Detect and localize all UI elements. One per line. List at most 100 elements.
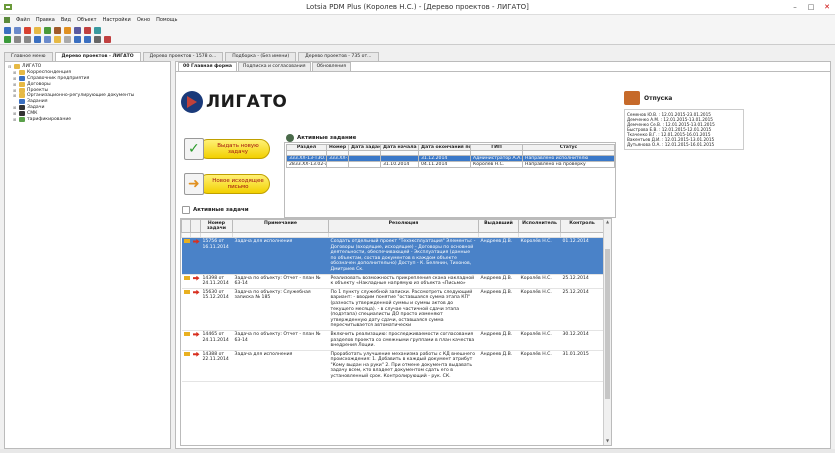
window-tabs: Главное меню Дерево проектов - ЛИГАТО Де… xyxy=(0,51,835,61)
refresh-icon[interactable] xyxy=(44,26,51,34)
node-icon xyxy=(19,116,25,122)
search-icon[interactable] xyxy=(74,36,81,43)
tab-updates[interactable]: Обновления xyxy=(311,62,352,71)
tree-expander-icon[interactable]: ⊞ xyxy=(13,82,17,87)
delete-icon[interactable] xyxy=(104,36,111,43)
export-icon[interactable] xyxy=(54,26,61,34)
report-icon[interactable] xyxy=(24,26,31,34)
task-num-cell: 15756 от 16.11.2014 xyxy=(200,237,233,275)
vacations-panel: Отпуска Семенов Ю.В. : 12.01.2015-23.01.… xyxy=(624,91,744,150)
back-icon[interactable] xyxy=(14,36,21,43)
col-issuer[interactable]: Выдавший xyxy=(478,219,519,233)
flag-icon xyxy=(183,351,190,356)
close-button[interactable]: ✕ xyxy=(823,3,831,11)
assignment-row[interactable]: 2833.ХХ-13.02-ЛГ2787 от 28.10.2014 31.10.… xyxy=(286,161,615,168)
folder-icon[interactable] xyxy=(34,26,41,34)
task-res-cell: Создать отдельный проект "Техэксплуатаци… xyxy=(328,237,479,275)
new-letter-button[interactable]: ➜ Новое исходящее письмо xyxy=(184,170,270,198)
tree-expander-icon[interactable]: ⊞ xyxy=(13,88,17,93)
flag-cell xyxy=(181,237,191,275)
assignment-cell: 2833.ХХ-13.02-ЛГ2787 от 28.10.2014 xyxy=(286,161,327,168)
col-assign-date[interactable]: Дата задания xyxy=(348,144,381,151)
tree-node[interactable]: ⊞ тарификирование xyxy=(8,116,167,122)
tree-node-label: Проекты xyxy=(27,87,49,93)
col-end-date[interactable]: Дата окончания по заданию xyxy=(418,144,471,151)
copy-icon[interactable] xyxy=(64,36,71,43)
col-task-number[interactable]: Номер задачи xyxy=(200,219,233,233)
col-flag[interactable] xyxy=(181,219,191,233)
menu-window[interactable]: Окно xyxy=(137,17,150,23)
scroll-up-icon[interactable]: ▲ xyxy=(604,219,611,226)
task-row[interactable]: 14398 от 24.11.2014 Задача по объекту: От… xyxy=(181,274,604,289)
tab-selection[interactable]: Подборка - (Без имени) xyxy=(225,52,297,61)
task-executor-cell: Королёв Н.С. xyxy=(518,350,561,382)
open-icon[interactable] xyxy=(54,36,61,43)
col-start-date[interactable]: Дата начала работ xyxy=(380,144,419,151)
task-row[interactable]: 15756 от 16.11.2014 Задача для исполнения… xyxy=(181,237,604,275)
task-row[interactable]: 14388 от 22.11.2014 Задача для исполнения… xyxy=(181,350,604,382)
direction-cell xyxy=(190,330,201,351)
tab-project-tree-1578[interactable]: Дерево проектов - 1578 о... xyxy=(142,52,224,61)
tree-expander-icon[interactable]: ⊞ xyxy=(13,111,17,116)
company-logo: ЛИГАТО xyxy=(181,91,287,113)
col-control[interactable]: Контроль xyxy=(560,219,604,233)
tree-expander-icon[interactable]: ⊞ xyxy=(13,117,17,122)
tree-expander-icon[interactable]: ⊞ xyxy=(13,70,17,75)
tab-project-tree-ligato[interactable]: Дерево проектов - ЛИГАТО xyxy=(54,52,141,61)
new-doc-icon[interactable] xyxy=(4,26,11,34)
new-task-button[interactable]: ✓ Выдать новую задачу xyxy=(184,135,270,163)
grid-icon[interactable] xyxy=(94,36,101,43)
properties-icon[interactable] xyxy=(14,26,21,34)
tree-expander-icon[interactable]: ⊞ xyxy=(13,105,17,110)
tree-expander-icon[interactable]: ⊞ xyxy=(13,76,17,81)
flag-cell xyxy=(181,274,191,289)
assignment-cell xyxy=(348,161,381,168)
col-direction[interactable] xyxy=(190,219,201,233)
menu-object[interactable]: Объект xyxy=(77,17,97,23)
tab-subscriptions[interactable]: Подписка и согласования xyxy=(237,62,311,71)
scroll-thumb[interactable] xyxy=(605,249,610,399)
task-executor-cell: Королёв Н.С. xyxy=(518,288,561,331)
task-row[interactable]: 14465 от 24.11.2014 Задача по объекту: От… xyxy=(181,330,604,351)
col-resolution[interactable]: Резолюция xyxy=(328,219,479,233)
scroll-down-icon[interactable]: ▼ xyxy=(604,438,611,445)
task-issuer-cell: Андреев Д.В. xyxy=(478,350,519,382)
menu-help[interactable]: Помощь xyxy=(156,17,177,23)
print-icon[interactable] xyxy=(84,26,91,34)
assignment-cell: Направлено на проверку xyxy=(522,161,615,168)
tasks-scrollbar[interactable]: ▲ ▼ xyxy=(603,219,611,445)
tab-main-menu[interactable]: Главное меню xyxy=(4,52,53,61)
col-executor[interactable]: Исполнитель xyxy=(518,219,561,233)
home-icon[interactable] xyxy=(4,36,11,43)
arrow-icon xyxy=(192,289,200,295)
save-icon[interactable] xyxy=(34,36,41,43)
import-icon[interactable] xyxy=(64,26,71,34)
logo-text: ЛИГАТО xyxy=(206,92,288,112)
task-issuer-cell: Андреев Д.В. xyxy=(478,330,519,351)
forward-icon[interactable] xyxy=(24,36,31,43)
menu-settings[interactable]: Настройки xyxy=(103,17,131,23)
link-icon[interactable] xyxy=(74,26,81,34)
col-number[interactable]: Номер xyxy=(326,144,349,151)
task-res-cell: Проработать улучшение механизма работы с… xyxy=(328,350,479,382)
task-executor-cell: Королёв Н.С. xyxy=(518,274,561,289)
flag-cell xyxy=(181,288,191,331)
tree-expander-icon[interactable]: ⊞ xyxy=(13,93,17,98)
col-note[interactable]: Примечание xyxy=(232,219,329,233)
menu-view[interactable]: Вид xyxy=(61,17,71,23)
tab-main-form[interactable]: 00 Главная форма xyxy=(178,62,237,71)
task-executor-cell: Королёв Н.С. xyxy=(518,330,561,351)
menu-file[interactable]: Файл xyxy=(16,17,30,23)
filter-icon[interactable] xyxy=(84,36,91,43)
menu-edit[interactable]: Правка xyxy=(36,17,55,23)
minimize-button[interactable]: – xyxy=(791,3,799,11)
direction-cell xyxy=(190,274,201,289)
tree-expander-icon[interactable]: ⊟ xyxy=(8,64,12,69)
tab-project-tree-735[interactable]: Дерево проектов - 735 от... xyxy=(298,52,379,61)
task-row[interactable]: 15630 от 15.12.2014 Задача по объекту: Сл… xyxy=(181,288,604,331)
task-control-cell: 25.12.2014 xyxy=(560,274,604,289)
node-icon xyxy=(19,75,25,81)
edit-icon[interactable] xyxy=(44,36,51,43)
email-icon[interactable] xyxy=(94,26,101,34)
maximize-button[interactable]: □ xyxy=(807,3,815,11)
